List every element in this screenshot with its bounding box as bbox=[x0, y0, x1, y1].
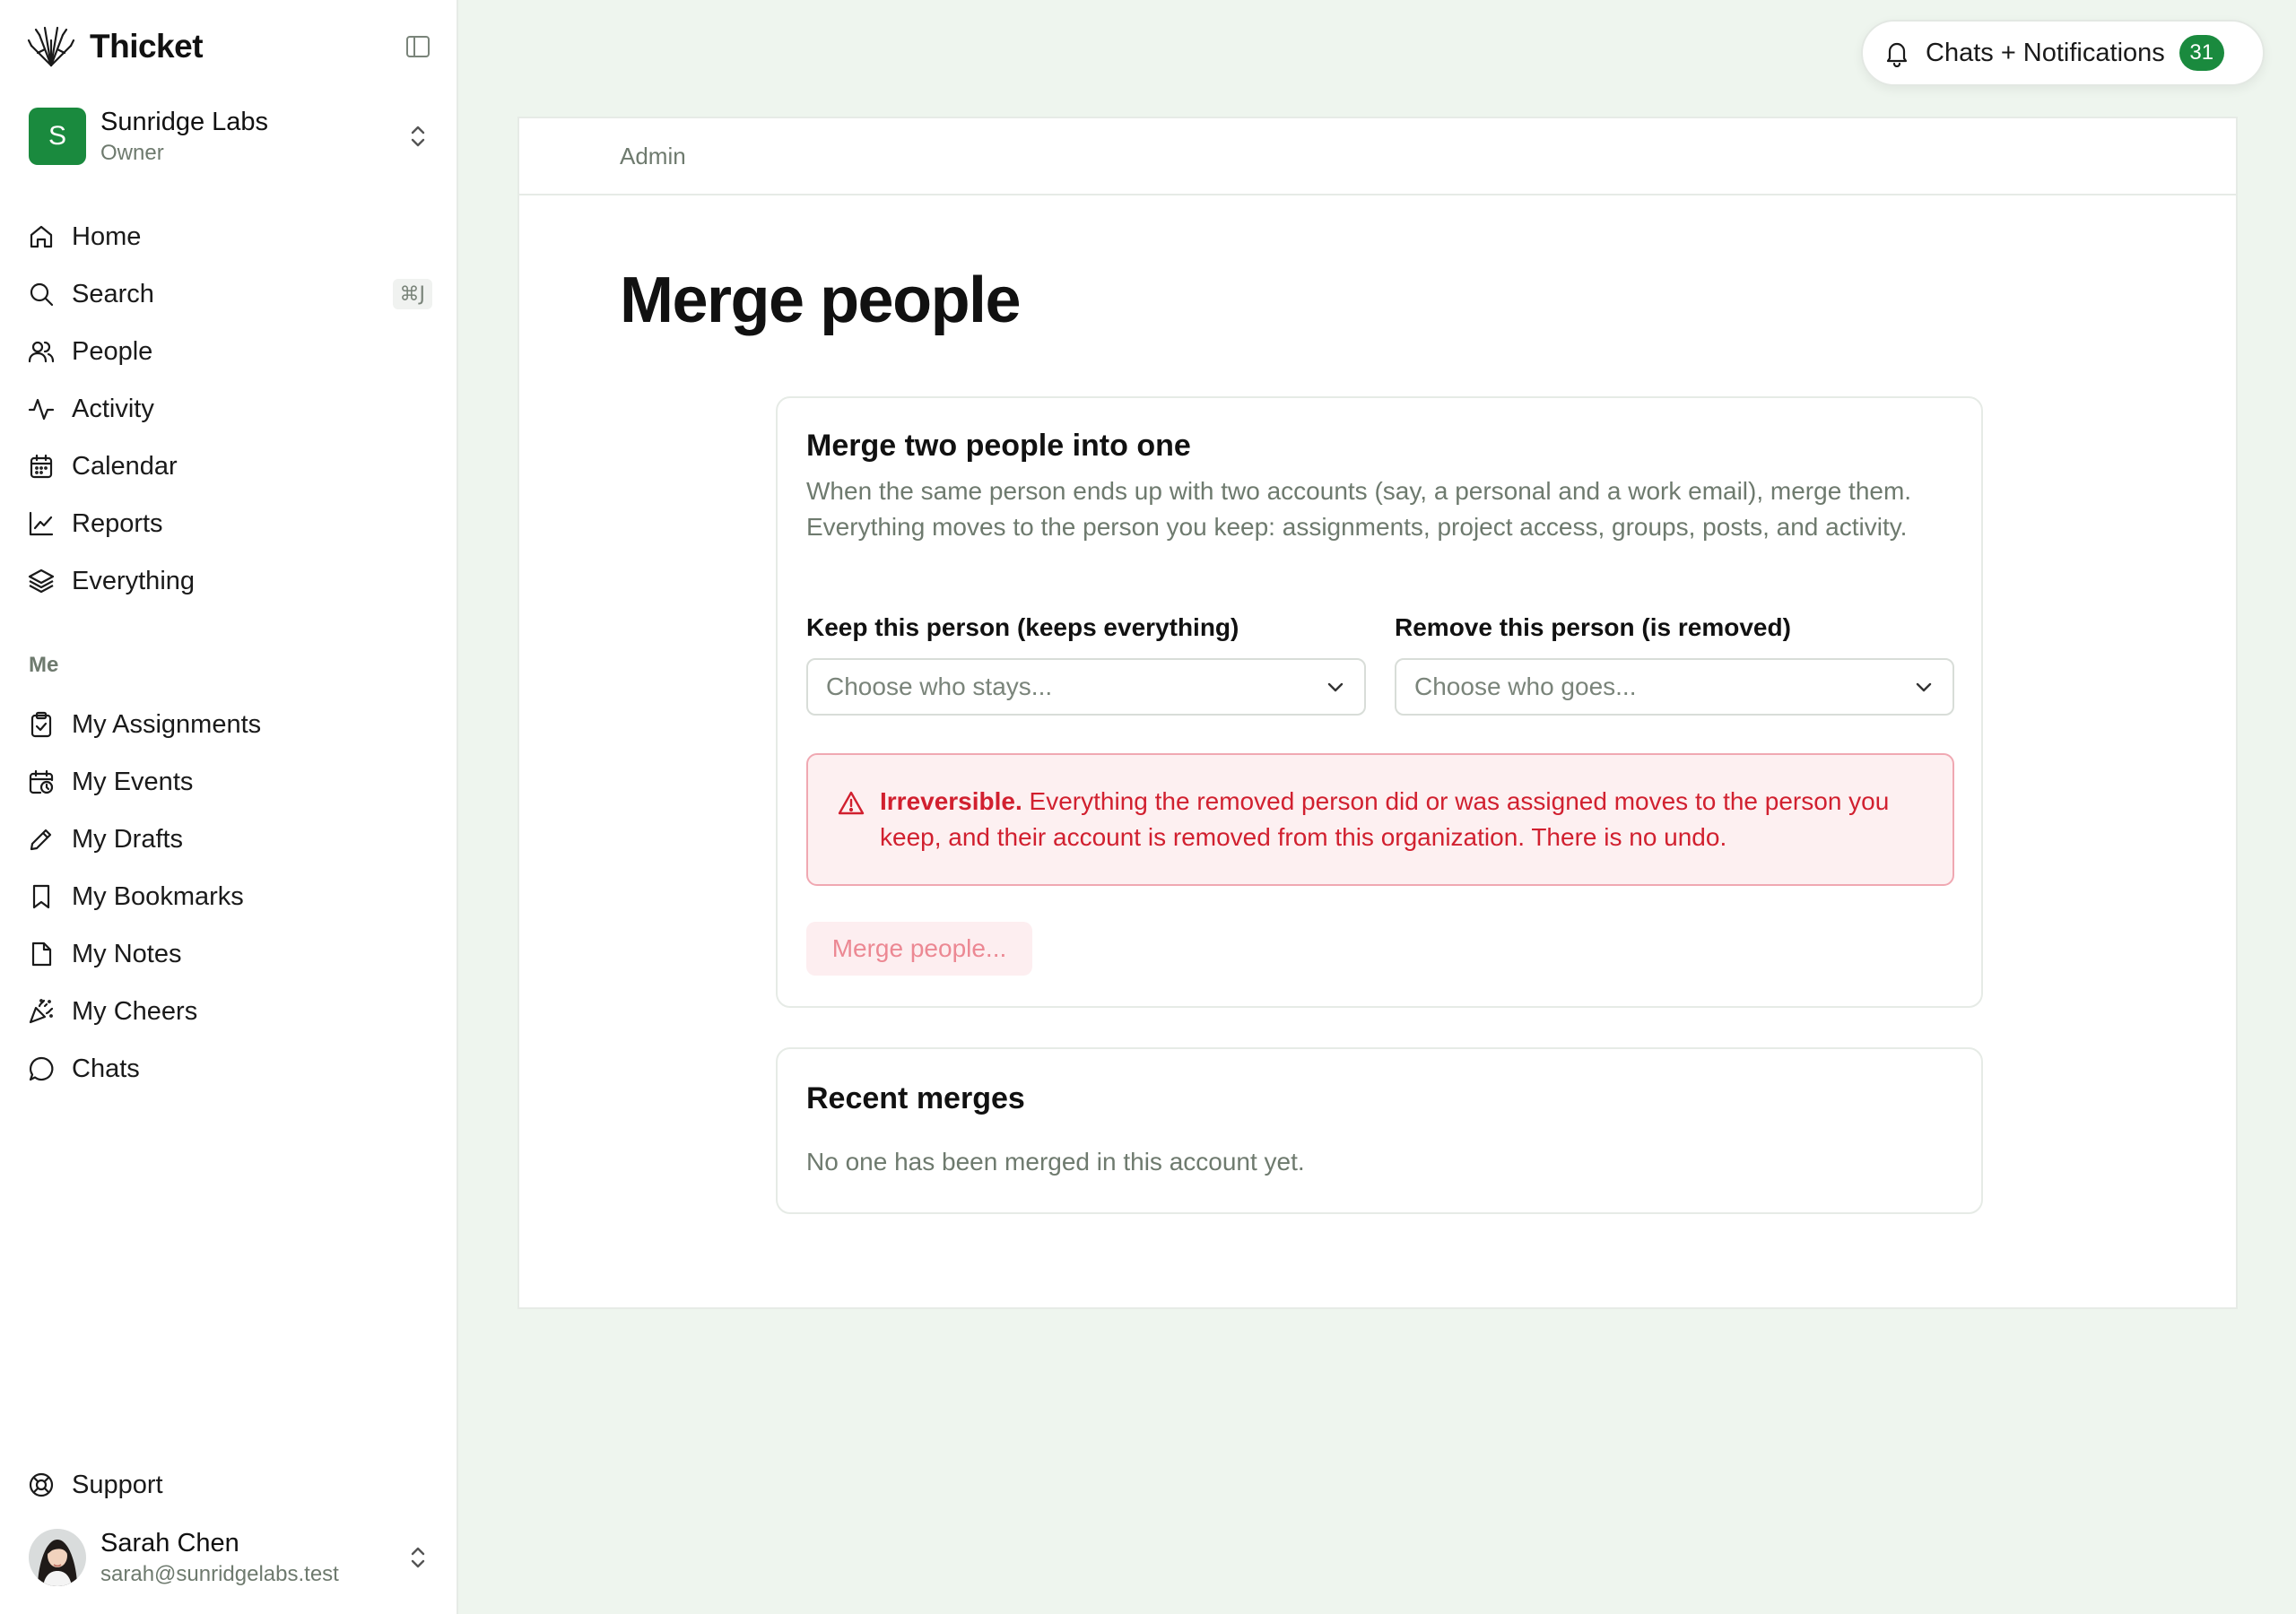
chevron-up-down-icon bbox=[411, 1547, 425, 1568]
nav-reports[interactable]: Reports bbox=[27, 495, 432, 552]
page-title: Merge people bbox=[620, 265, 1022, 336]
org-avatar: S bbox=[29, 108, 86, 165]
alert-triangle-icon bbox=[838, 791, 865, 815]
layers-icon bbox=[28, 568, 55, 594]
me-nav: My Assignments My Events My Drafts My Bo… bbox=[27, 696, 432, 1098]
nav-my-drafts[interactable]: My Drafts bbox=[27, 811, 432, 868]
nav-my-events[interactable]: My Events bbox=[27, 753, 432, 811]
activity-icon bbox=[28, 398, 55, 421]
keep-person-field: Keep this person (keeps everything) Choo… bbox=[806, 613, 1366, 716]
chevron-down-icon bbox=[1327, 682, 1344, 692]
calendar-icon bbox=[30, 454, 53, 479]
warning-strong: Irreversible. bbox=[880, 787, 1022, 815]
calendar-clock-icon bbox=[29, 769, 54, 794]
thicket-logo-icon bbox=[27, 26, 75, 67]
remove-person-select[interactable]: Choose who goes... bbox=[1395, 658, 1954, 716]
warning-text: Irreversible. Everything the removed per… bbox=[880, 784, 1938, 855]
nav-home[interactable]: Home bbox=[27, 208, 432, 265]
org-switcher[interactable]: S Sunridge Labs Owner bbox=[29, 106, 434, 167]
org-name: Sunridge Labs bbox=[100, 107, 269, 136]
notifications-count-badge: 31 bbox=[2179, 35, 2224, 71]
org-role: Owner bbox=[100, 140, 164, 165]
nav-my-notes[interactable]: My Notes bbox=[27, 925, 432, 983]
user-switcher[interactable]: Sarah Chen sarah@sunridgelabs.test bbox=[29, 1527, 434, 1588]
keep-person-placeholder: Choose who stays... bbox=[826, 672, 1053, 700]
keep-person-label: Keep this person (keeps everything) bbox=[806, 613, 1239, 641]
nav-search[interactable]: Search ⌘J bbox=[27, 265, 432, 323]
breadcrumb[interactable]: Admin bbox=[620, 143, 686, 170]
remove-person-placeholder: Choose who goes... bbox=[1414, 672, 1637, 700]
user-name: Sarah Chen bbox=[100, 1528, 239, 1558]
nav-everything[interactable]: Everything bbox=[27, 552, 432, 610]
nav-my-bookmarks[interactable]: My Bookmarks bbox=[27, 868, 432, 925]
nav-chats[interactable]: Chats bbox=[27, 1040, 432, 1098]
recent-merges-card: Recent merges No one has been merged in … bbox=[776, 1047, 1983, 1214]
note-icon bbox=[31, 941, 52, 967]
party-popper-icon bbox=[29, 999, 54, 1024]
notifications-label: Chats + Notifications bbox=[1926, 38, 2165, 67]
chevron-up-down-icon bbox=[411, 126, 425, 147]
primary-nav: Home Search ⌘J People Activity Calendar … bbox=[27, 208, 432, 610]
recent-merges-title: Recent merges bbox=[806, 1081, 1025, 1115]
bell-icon bbox=[1886, 42, 1908, 67]
main-panel: Admin Merge people Merge two people into… bbox=[517, 117, 2238, 1309]
notifications-button[interactable]: Chats + Notifications 31 bbox=[1861, 20, 2265, 86]
merge-people-button[interactable]: Merge people... bbox=[806, 922, 1032, 976]
clipboard-check-icon bbox=[30, 711, 52, 738]
remove-person-label: Remove this person (is removed) bbox=[1395, 613, 1791, 641]
people-icon bbox=[28, 341, 55, 363]
support-section: Support bbox=[27, 1456, 432, 1514]
chat-bubble-icon bbox=[29, 1056, 54, 1081]
app-name: Thicket bbox=[90, 28, 204, 65]
life-buoy-icon bbox=[29, 1472, 54, 1497]
nav-section-me: Me bbox=[29, 653, 59, 677]
bookmark-icon bbox=[32, 884, 50, 909]
pencil-icon bbox=[30, 829, 52, 851]
warning-body: Everything the removed person did or was… bbox=[880, 787, 1890, 851]
nav-support[interactable]: Support bbox=[27, 1456, 432, 1514]
remove-person-field: Remove this person (is removed) Choose w… bbox=[1395, 613, 1954, 716]
sidebar: Thicket S Sunridge Labs Owner Home Searc… bbox=[0, 0, 458, 1614]
home-icon bbox=[30, 225, 53, 248]
search-shortcut: ⌘J bbox=[392, 279, 432, 309]
nav-activity[interactable]: Activity bbox=[27, 380, 432, 438]
panel-header: Admin bbox=[519, 118, 2236, 195]
user-email: sarah@sunridgelabs.test bbox=[100, 1561, 339, 1586]
avatar bbox=[29, 1529, 86, 1586]
keep-person-select[interactable]: Choose who stays... bbox=[806, 658, 1366, 716]
nav-people[interactable]: People bbox=[27, 323, 432, 380]
merge-card-title: Merge two people into one bbox=[806, 429, 1191, 463]
irreversible-warning: Irreversible. Everything the removed per… bbox=[806, 753, 1954, 886]
line-chart-icon bbox=[29, 511, 54, 536]
merge-card-description: When the same person ends up with two ac… bbox=[806, 477, 1912, 541]
brand[interactable]: Thicket bbox=[27, 22, 204, 72]
search-icon bbox=[30, 282, 54, 307]
nav-calendar[interactable]: Calendar bbox=[27, 438, 432, 495]
sidebar-toggle-button[interactable] bbox=[400, 30, 436, 63]
recent-merges-empty-text: No one has been merged in this account y… bbox=[806, 1148, 1305, 1176]
nav-my-cheers[interactable]: My Cheers bbox=[27, 983, 432, 1040]
chevron-down-icon bbox=[1916, 682, 1932, 692]
sidebar-panel-icon bbox=[406, 36, 430, 57]
nav-my-assignments[interactable]: My Assignments bbox=[27, 696, 432, 753]
merge-card: Merge two people into one When the same … bbox=[776, 396, 1983, 1008]
